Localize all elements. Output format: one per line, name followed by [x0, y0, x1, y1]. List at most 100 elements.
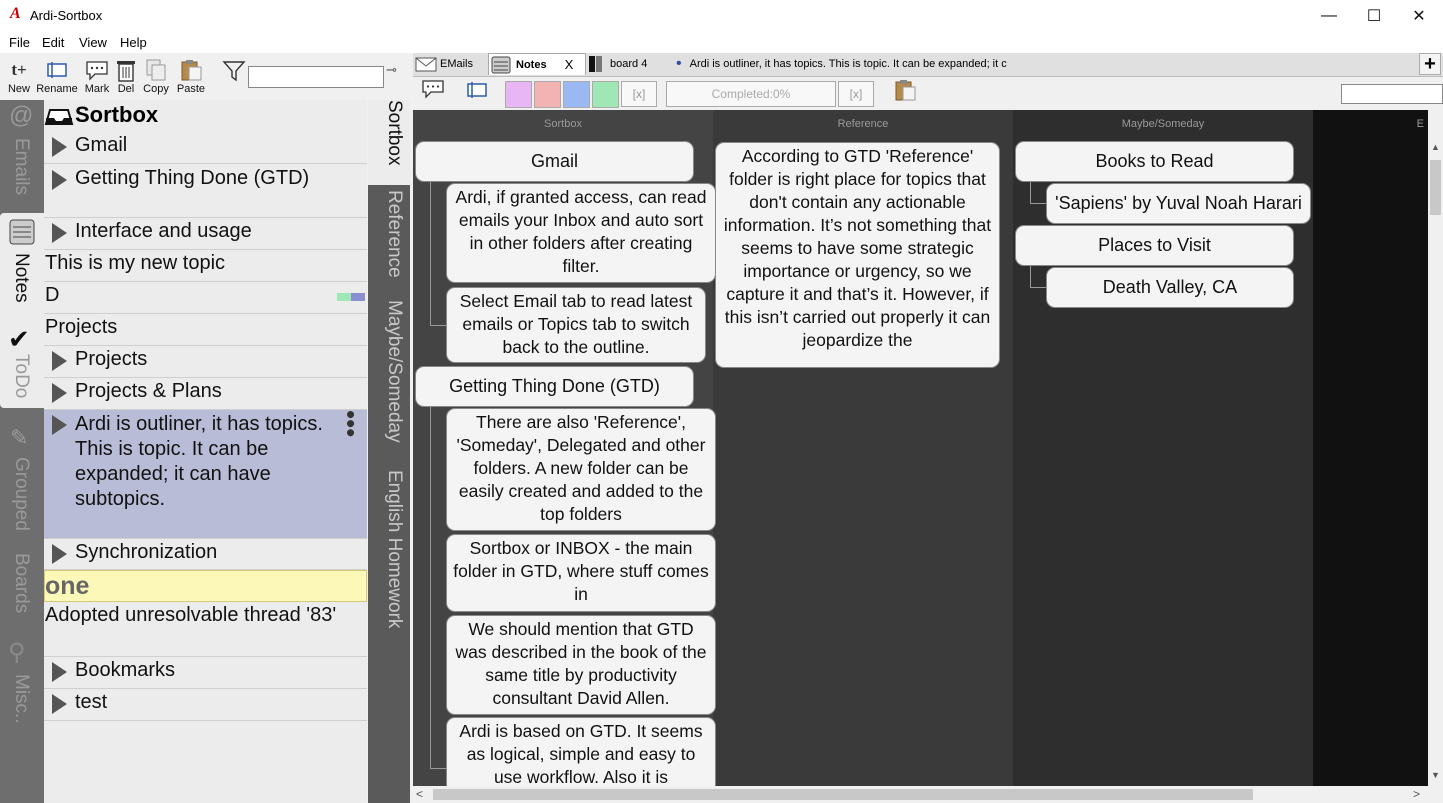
filter-icon[interactable] — [222, 60, 246, 87]
scrollbar-thumb[interactable] — [1430, 160, 1441, 215]
tree-line — [430, 407, 431, 769]
minimize-button[interactable]: — — [1306, 0, 1352, 31]
copy-button[interactable]: Copy — [138, 57, 174, 97]
rename-button[interactable]: Rename — [36, 57, 78, 97]
splitter-handle-icon[interactable]: ⊸ — [386, 62, 397, 78]
card[interactable]: We should mention that GTD was described… — [446, 615, 716, 715]
window-title: Ardi-Sortbox — [30, 8, 103, 23]
menu-file[interactable]: File — [9, 35, 30, 50]
filter-input[interactable] — [248, 66, 384, 88]
outline-item[interactable]: Projects — [44, 314, 367, 346]
card[interactable]: Death Valley, CA — [1046, 267, 1294, 308]
outline-item[interactable]: test — [44, 689, 367, 721]
card[interactable]: Select Email tab to read latest emails o… — [446, 287, 706, 363]
folder-tab-maybe-someday[interactable]: Maybe/Someday — [368, 300, 410, 460]
card[interactable]: There are also 'Reference', 'Someday', D… — [446, 408, 716, 531]
tab-emails[interactable]: @ Emails — [0, 100, 44, 208]
tab-misc[interactable]: ⚲ Misc.. — [0, 636, 44, 756]
tab-board-4[interactable]: board 4 — [588, 53, 668, 75]
card[interactable]: Ardi is based on GTD. It seems as logica… — [446, 717, 716, 786]
expand-triangle-icon[interactable] — [52, 137, 67, 157]
add-tab-button[interactable]: + — [1419, 53, 1441, 75]
scroll-left-icon[interactable]: < — [416, 787, 423, 801]
expand-triangle-icon[interactable] — [52, 662, 67, 682]
scroll-up-icon[interactable]: ▲ — [1428, 142, 1443, 156]
expand-triangle-icon[interactable] — [52, 544, 67, 564]
tab-emails[interactable]: EMails — [415, 53, 485, 75]
clear-progress-button[interactable]: [x] — [838, 81, 874, 107]
folder-tab-sortbox[interactable]: Sortbox — [368, 100, 410, 185]
left-tab-strip: @ Emails Notes ✔ ToDo ✎ Grouped Boards ⚲… — [0, 100, 44, 803]
horizontal-scrollbar[interactable]: < > — [413, 786, 1428, 803]
menu-edit[interactable]: Edit — [42, 35, 64, 50]
expand-triangle-icon[interactable] — [52, 351, 67, 371]
menu-help[interactable]: Help — [120, 35, 147, 50]
paste-button[interactable]: Paste — [172, 57, 210, 97]
card[interactable]: Ardi, if granted access, can read emails… — [446, 183, 716, 283]
outline-panel: Sortbox Gmail Getting Thing Done (GTD) I… — [44, 100, 367, 803]
card-gmail[interactable]: Gmail — [415, 141, 694, 182]
outline-item[interactable]: Gmail — [44, 131, 367, 164]
tab-todo[interactable]: ✔ ToDo — [0, 322, 44, 422]
outline-item-highlighted[interactable]: one — [44, 570, 367, 602]
copy-icon — [138, 57, 174, 83]
color-swatch-blue[interactable] — [563, 81, 590, 108]
checkmark-icon: ✔ — [8, 324, 30, 354]
outline-item-selected[interactable]: Ardi is outliner, it has topics. This is… — [44, 410, 367, 539]
comment-icon[interactable] — [421, 79, 445, 104]
outline-item[interactable]: Projects — [44, 346, 367, 378]
clear-color-button[interactable]: [x] — [621, 81, 657, 107]
new-button[interactable]: t+ New — [0, 57, 38, 97]
outline-item[interactable]: Synchronization — [44, 539, 367, 570]
expand-triangle-icon[interactable] — [52, 170, 67, 190]
close-window-button[interactable]: ✕ — [1396, 0, 1442, 31]
tree-line — [430, 325, 446, 326]
color-swatch-green[interactable] — [592, 81, 619, 108]
paste-icon[interactable] — [893, 78, 917, 107]
board-tab-bar: EMails Notes X board 4 • Ardi is outline… — [413, 53, 1443, 77]
tab-boards[interactable]: Boards — [0, 553, 44, 633]
expand-triangle-icon[interactable] — [52, 415, 67, 435]
card-gtd[interactable]: Getting Thing Done (GTD) — [415, 366, 694, 407]
card-places-to-visit[interactable]: Places to Visit — [1015, 225, 1294, 266]
menu-bar: File Edit View Help — [0, 31, 1443, 53]
menu-view[interactable]: View — [79, 35, 107, 50]
card[interactable]: Sortbox or INBOX - the main folder in GT… — [446, 534, 716, 612]
expand-triangle-icon[interactable] — [52, 383, 67, 403]
card-books-to-read[interactable]: Books to Read — [1015, 141, 1294, 182]
tab-topic[interactable]: • Ardi is outliner, it has topics. This … — [673, 53, 1013, 75]
expand-triangle-icon[interactable] — [52, 223, 67, 243]
close-tab-icon[interactable]: X — [565, 57, 574, 72]
outline-item[interactable]: Bookmarks — [44, 657, 367, 689]
scroll-right-icon[interactable]: > — [1413, 787, 1420, 801]
outline-item[interactable]: D — [44, 282, 367, 314]
rename-icon — [36, 57, 78, 83]
outline-item[interactable]: Adopted unresolvable thread '83' — [44, 603, 367, 657]
expand-triangle-icon[interactable] — [52, 694, 67, 714]
completed-progress[interactable]: Completed:0% — [666, 81, 836, 107]
tree-line — [430, 180, 431, 326]
card-reference[interactable]: According to GTD 'Reference' folder is r… — [715, 142, 1000, 368]
outline-item[interactable]: Projects & Plans — [44, 378, 367, 410]
outline-item[interactable]: Getting Thing Done (GTD) — [44, 164, 367, 218]
folder-tab-english-homework[interactable]: English Homework — [368, 470, 410, 650]
drag-handle-icon[interactable]: ••• — [336, 410, 366, 437]
folder-tab-reference[interactable]: Reference — [368, 190, 410, 290]
color-swatch-purple[interactable] — [505, 81, 532, 108]
outline-item[interactable]: Interface and usage — [44, 218, 367, 250]
board-area: Sortbox Reference Maybe/Someday E Gmail … — [413, 110, 1428, 786]
outline-item[interactable]: This is my new topic — [44, 250, 367, 282]
tab-notes[interactable]: Notes X — [488, 53, 586, 75]
column-header: E — [1416, 118, 1424, 130]
tree-line — [1030, 287, 1046, 288]
board-search-input[interactable] — [1341, 84, 1443, 104]
scroll-down-icon[interactable]: ▼ — [1428, 770, 1443, 784]
maximize-button[interactable]: ☐ — [1351, 0, 1397, 31]
color-swatch-red[interactable] — [534, 81, 561, 108]
rename-icon[interactable] — [465, 80, 489, 105]
card[interactable]: 'Sapiens' by Yuval Noah Harari — [1046, 183, 1311, 224]
scrollbar-thumb[interactable] — [433, 789, 1253, 800]
vertical-scrollbar[interactable]: ▲ ▼ — [1428, 142, 1443, 786]
tab-grouped[interactable]: ✎ Grouped — [0, 423, 44, 543]
bullet-icon: • — [676, 55, 682, 72]
